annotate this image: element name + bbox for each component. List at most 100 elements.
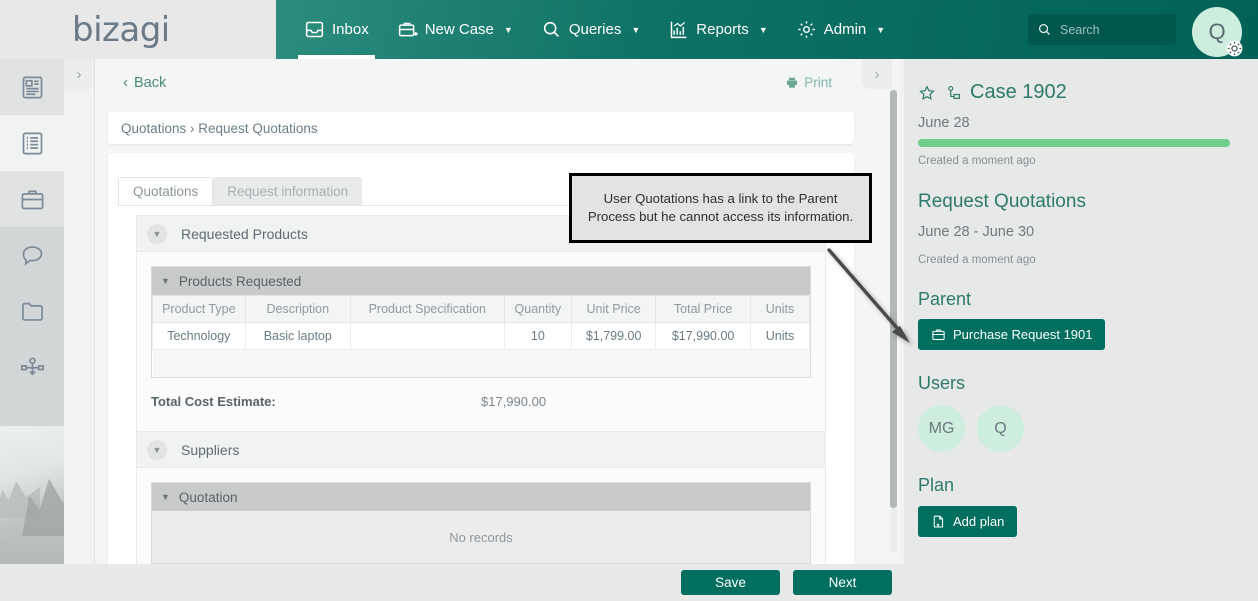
add-plan-label: Add plan [953, 514, 1005, 529]
nav-label-admin: Admin [823, 21, 867, 38]
back-button[interactable]: ‹ Back [123, 74, 166, 91]
app-root: bizagi Inbox New Case ▼ Queries ▼ Report… [0, 0, 1258, 601]
print-button[interactable]: Print [785, 75, 832, 90]
briefcase-icon [932, 329, 945, 341]
cards-document-icon [22, 76, 42, 98]
case-details-panel: Case 1902 June 28 Created a moment ago R… [904, 59, 1258, 601]
table-row[interactable]: Technology Basic laptop 10 $1,799.00 $17… [152, 322, 811, 350]
chevron-down-icon: ▼ [758, 24, 768, 35]
nav-label-inbox: Inbox [332, 21, 369, 38]
process-flow-icon [20, 356, 44, 375]
save-button[interactable]: Save [681, 570, 780, 595]
nav-item-reports[interactable]: Reports ▼ [654, 0, 781, 59]
nav-item-inbox[interactable]: Inbox [290, 0, 383, 59]
case-progress-bar [918, 139, 1230, 147]
sidebar-item-messages[interactable] [0, 227, 64, 283]
activity-created-text: Created a moment ago [918, 254, 1036, 266]
nav-item-queries[interactable]: Queries ▼ [527, 0, 654, 59]
main-toolbar: ‹ Back Print [95, 59, 900, 109]
cell-product-type: Technology [152, 322, 246, 350]
section-title: Suppliers [181, 441, 240, 458]
cell-units: Units [749, 322, 811, 350]
cell-description: Basic laptop [244, 322, 351, 350]
section-title: Requested Products [181, 225, 308, 242]
annotation-arrow [827, 248, 910, 343]
new-case-icon [397, 19, 418, 40]
avatar[interactable]: Q [977, 405, 1024, 452]
section-header-suppliers[interactable]: ▼ Suppliers [137, 432, 825, 468]
bizagi-logo: bizagi [72, 10, 170, 50]
reports-chart-icon [668, 19, 689, 40]
sidebar-item-documents[interactable] [0, 283, 64, 339]
process-flow-icon[interactable] [944, 84, 962, 102]
table-empty-row [152, 349, 810, 377]
activity-dates: June 28 - June 30 [918, 224, 1035, 240]
col-total-price: Total Price [655, 295, 751, 323]
subsection-header[interactable]: ▼ Quotation [152, 483, 810, 511]
subsection-title: Products Requested [178, 273, 302, 289]
add-plan-button[interactable]: Add plan [918, 506, 1018, 537]
chevron-down-icon[interactable]: ▼ [147, 223, 167, 244]
settings-gear-badge-icon[interactable] [1225, 39, 1244, 58]
nav-item-new-case[interactable]: New Case ▼ [383, 0, 527, 59]
search-icon [1038, 23, 1050, 35]
main-navigation: Inbox New Case ▼ Queries ▼ Reports ▼ Adm… [276, 0, 1258, 59]
total-cost-label: Total Cost Estimate: [151, 393, 276, 409]
star-icon[interactable] [918, 84, 936, 102]
left-sidebar [0, 59, 64, 601]
col-quantity: Quantity [503, 295, 573, 323]
total-cost-value: $17,990.00 [481, 393, 547, 409]
chevron-down-icon[interactable]: ▼ [147, 439, 167, 460]
subsection-header[interactable]: ▼ Products Requested [152, 267, 810, 295]
avatar-initial: Q [1208, 19, 1226, 44]
col-description: Description [244, 295, 351, 323]
list-icon [22, 132, 42, 154]
cell-total-price: $17,990.00 [655, 322, 751, 350]
tab-request-information[interactable]: Request information [213, 177, 363, 205]
chevron-down-icon: ▼ [503, 24, 513, 35]
nav-label-reports: Reports [696, 21, 749, 38]
sidebar-item-cases[interactable] [0, 171, 64, 227]
col-product-specification: Product Specification [349, 295, 505, 323]
table-header-row: Product Type Description Product Specifi… [152, 295, 811, 323]
print-label: Print [804, 75, 832, 90]
case-title: Case 1902 [970, 81, 1067, 103]
total-cost-row: Total Cost Estimate: $17,990.00 [151, 394, 811, 409]
tab-quotations[interactable]: Quotations [118, 177, 214, 205]
user-avatar-wrapper[interactable]: Q [1192, 7, 1244, 58]
breadcrumb: Quotations › Request Quotations [108, 112, 854, 144]
activity-title: Request Quotations [918, 191, 1086, 212]
search-box[interactable] [1028, 14, 1176, 45]
col-product-type: Product Type [152, 295, 246, 323]
main-content: ‹ Back Print › Quotations › Request Quot… [94, 59, 900, 573]
section-suppliers: ▼ Suppliers ▼ Quotation No records [136, 431, 826, 565]
briefcase-icon [21, 190, 43, 209]
users-heading: Users [918, 373, 966, 393]
folder-icon [21, 302, 43, 321]
right-panel-toggle[interactable]: › [862, 59, 892, 89]
back-label: Back [134, 74, 167, 91]
chevron-down-icon[interactable]: ▼ [161, 276, 170, 286]
case-created-text: Created a moment ago [918, 155, 1036, 167]
inbox-icon [304, 19, 325, 40]
next-button[interactable]: Next [793, 570, 892, 595]
chevron-down-icon[interactable]: ▼ [161, 492, 170, 502]
nav-item-admin[interactable]: Admin ▼ [782, 0, 899, 59]
chevron-down-icon: ▼ [876, 24, 886, 35]
parent-case-label: Purchase Request 1901 [953, 327, 1093, 342]
search-input[interactable] [1060, 22, 1160, 37]
plan-heading: Plan [918, 475, 955, 495]
sidebar-item-processes[interactable] [0, 339, 64, 395]
cell-unit-price: $1,799.00 [571, 322, 657, 350]
avatar-initials: Q [994, 419, 1007, 437]
logo-area: bizagi [0, 0, 276, 59]
document-plus-icon [933, 515, 944, 528]
parent-case-button[interactable]: Purchase Request 1901 [918, 319, 1106, 350]
printer-icon [787, 77, 798, 88]
sidebar-item-list[interactable] [0, 115, 64, 171]
chevron-left-icon: ‹ [123, 74, 128, 91]
cell-quantity: 10 [503, 322, 573, 350]
sidebar-expand-toggle[interactable]: › [64, 59, 94, 89]
sidebar-item-cards[interactable] [0, 59, 64, 115]
avatar[interactable]: MG [918, 405, 965, 452]
